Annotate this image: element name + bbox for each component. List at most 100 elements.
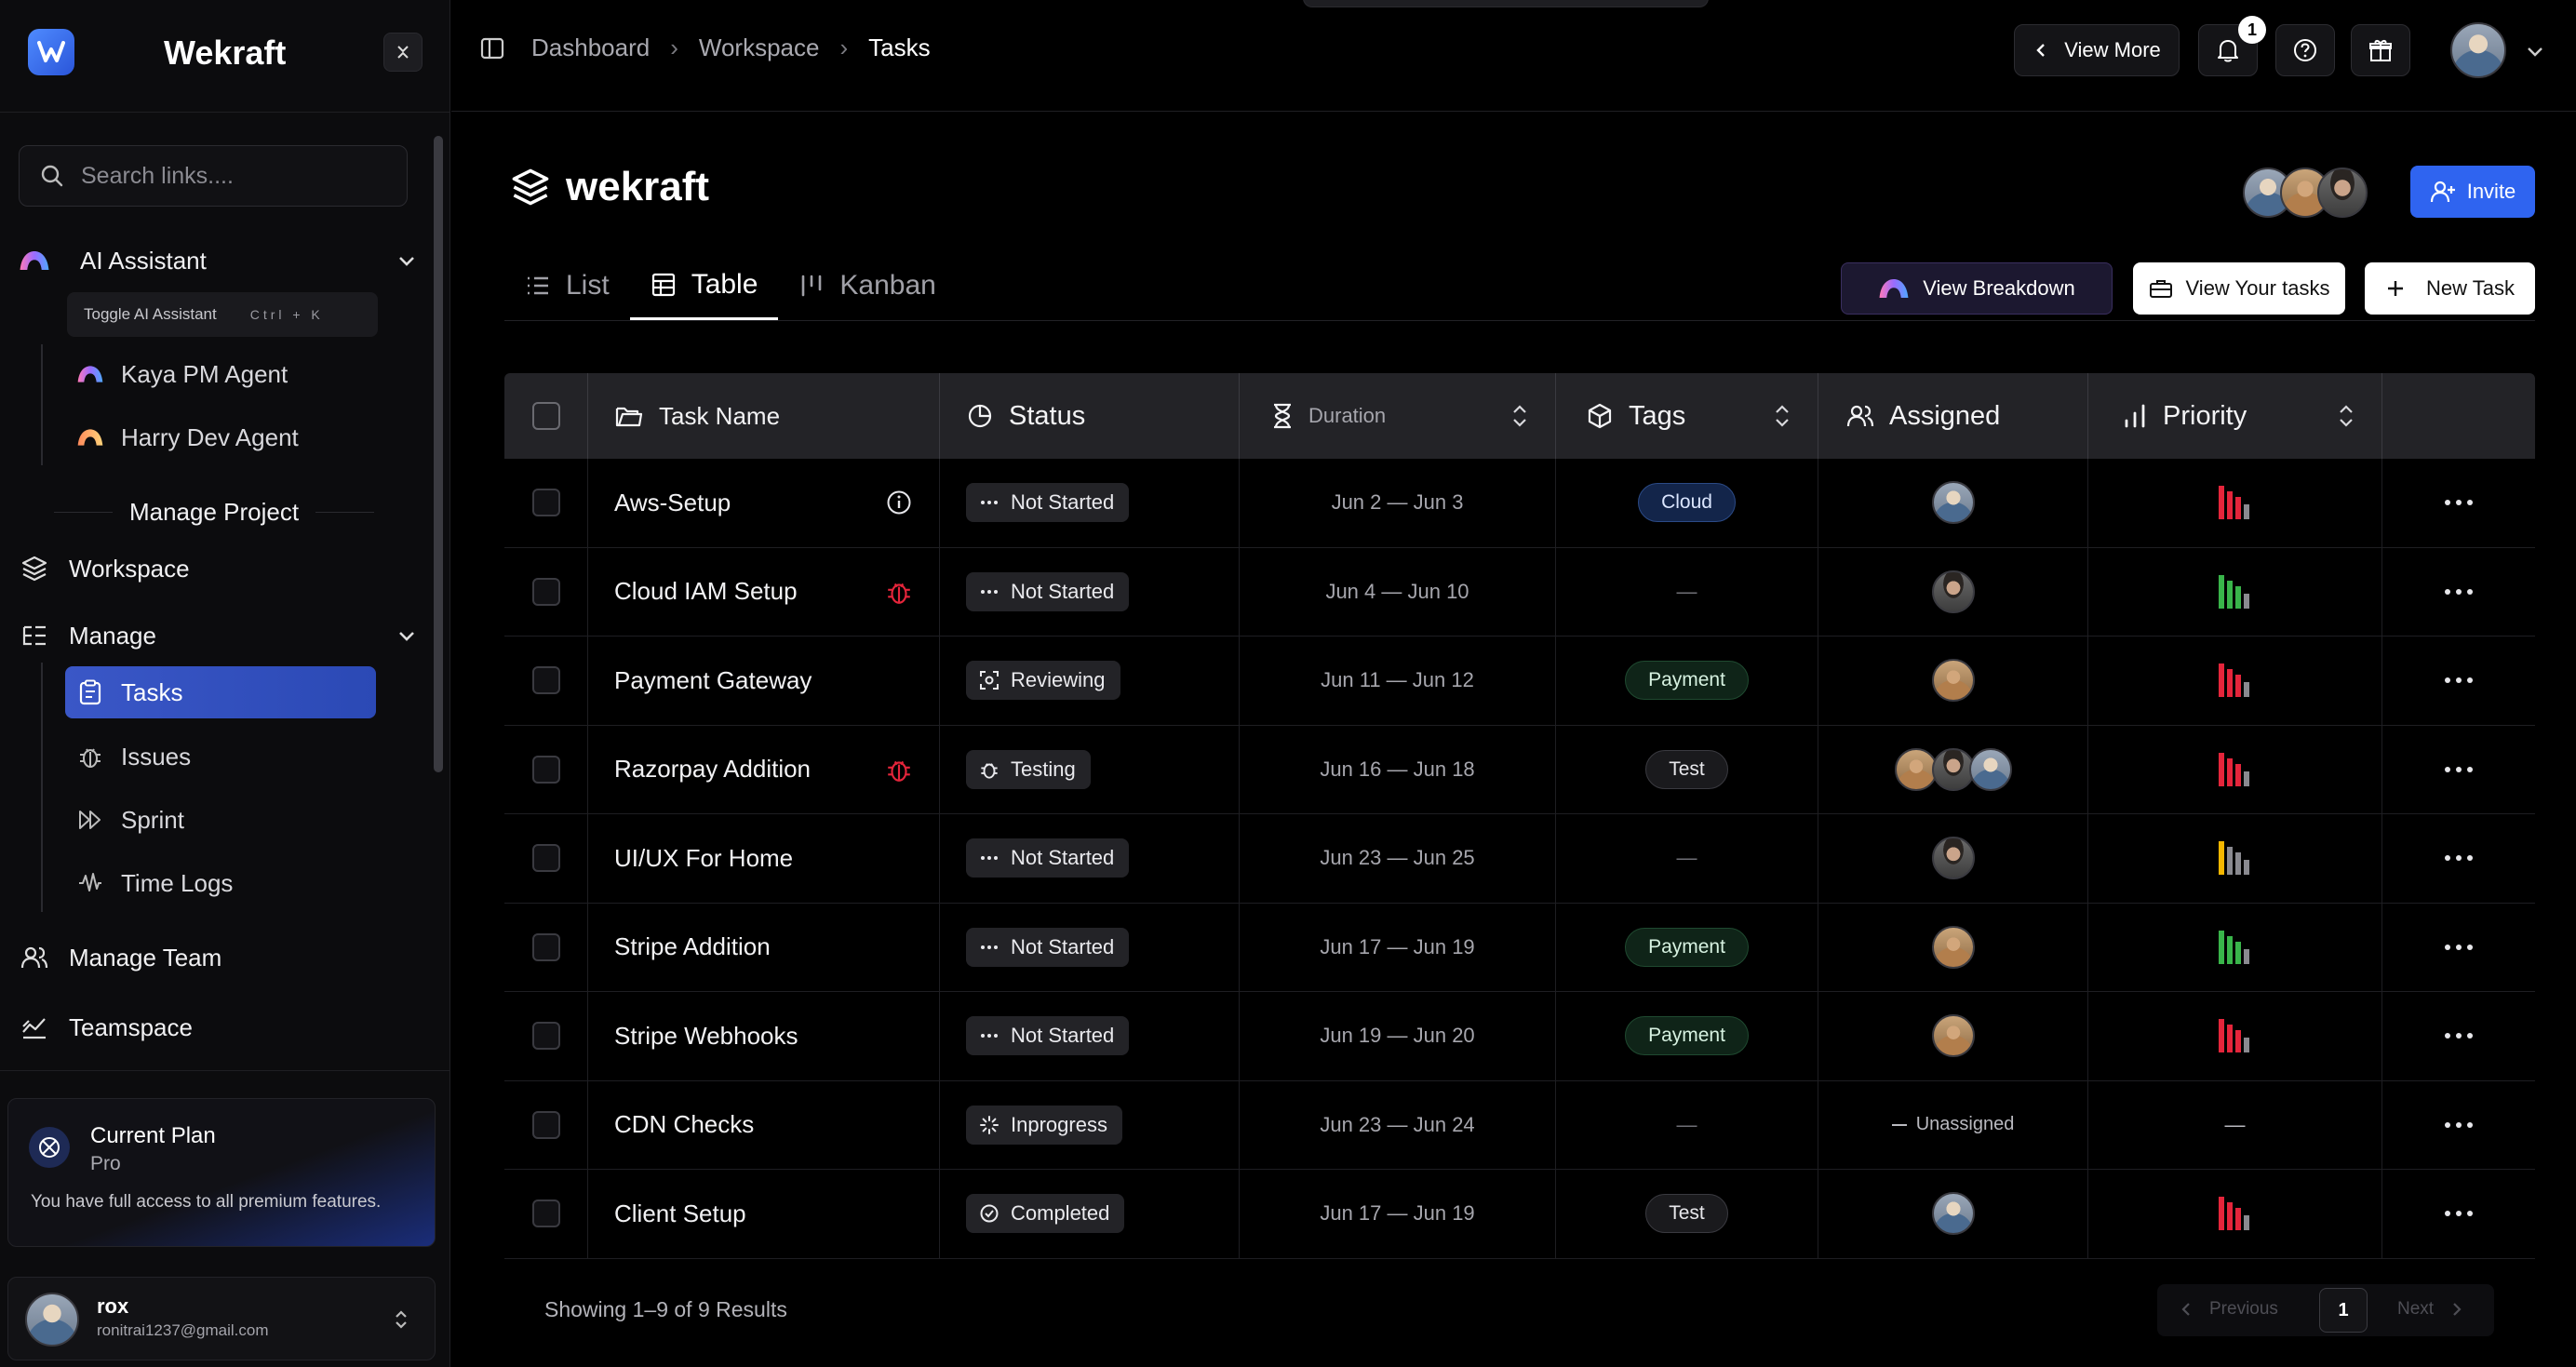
task-name-cell[interactable]: Cloud IAM Setup	[588, 547, 940, 636]
collapse-sidebar-button[interactable]	[383, 33, 423, 72]
brand-logo-icon[interactable]	[28, 29, 74, 75]
status-badge[interactable]: Not Started	[966, 927, 1130, 967]
more-options-icon[interactable]	[2442, 588, 2475, 595]
tag-badge[interactable]: Cloud	[1638, 483, 1736, 523]
task-name-cell[interactable]: Aws-Setup	[588, 459, 940, 547]
assignee-avatars[interactable]	[1931, 1192, 1975, 1236]
assignee-avatars[interactable]	[1931, 837, 1975, 880]
more-options-icon[interactable]	[2442, 1211, 2475, 1217]
sidebar-item-time-logs[interactable]: Time Logs	[76, 857, 233, 909]
task-name-cell[interactable]: Payment Gateway	[588, 637, 940, 725]
row-checkbox[interactable]	[531, 844, 560, 873]
row-checkbox[interactable]	[531, 932, 560, 961]
tab-list[interactable]: List	[504, 251, 630, 320]
sidebar-item-sprint[interactable]: Sprint	[76, 794, 184, 846]
assignee-avatars[interactable]	[1931, 659, 1975, 703]
task-name-cell[interactable]: Stripe Webhooks	[588, 992, 940, 1080]
task-name-cell[interactable]: Razorpay Addition	[588, 725, 940, 813]
status-badge[interactable]: Inprogress	[966, 1105, 1122, 1145]
search-links-input[interactable]: Search links....	[19, 145, 408, 207]
tag-badge[interactable]: Payment	[1625, 661, 1749, 701]
sidebar-item-manage[interactable]: Manage	[19, 610, 414, 662]
more-options-icon[interactable]	[2442, 1121, 2475, 1128]
header-task-name[interactable]: Task Name	[588, 373, 940, 459]
ai-assistant-item[interactable]: AI Assistant	[19, 235, 414, 287]
assignee-avatars[interactable]	[1931, 925, 1975, 969]
more-options-icon[interactable]	[2442, 1033, 2475, 1039]
sidebar-item-kaya-agent[interactable]: Kaya PM Agent	[76, 348, 288, 400]
task-name-cell[interactable]: CDN Checks	[588, 1080, 940, 1169]
row-checkbox[interactable]	[531, 577, 560, 606]
status-badge[interactable]: Not Started	[966, 838, 1130, 878]
table-row[interactable]: Razorpay Addition Testing Jun 16 — Jun 18 T…	[504, 725, 2535, 814]
page-1-button[interactable]: 1	[2319, 1288, 2368, 1333]
sidebar-scrollbar[interactable]	[434, 136, 443, 772]
more-options-icon[interactable]	[2442, 944, 2475, 950]
assignee-avatars[interactable]	[1894, 747, 2012, 791]
more-options-icon[interactable]	[2442, 766, 2475, 772]
status-badge[interactable]: Not Started	[966, 483, 1130, 523]
status-badge[interactable]: Testing	[966, 749, 1091, 789]
row-checkbox[interactable]	[531, 489, 560, 517]
tag-badge[interactable]: Test	[1645, 749, 1728, 789]
row-checkbox[interactable]	[531, 755, 560, 784]
row-checkbox[interactable]	[531, 666, 560, 695]
sidebar-item-tasks[interactable]: Tasks	[76, 666, 182, 718]
assignee-avatars[interactable]	[1931, 1014, 1975, 1058]
view-your-tasks-button[interactable]: View Your tasks	[2133, 262, 2345, 315]
view-more-button[interactable]: View More	[2014, 24, 2180, 76]
avatar[interactable]	[2450, 22, 2506, 78]
unassigned-label[interactable]: Unassigned	[1892, 1114, 2015, 1135]
more-options-icon[interactable]	[2442, 855, 2475, 862]
new-task-button[interactable]: New Task	[2365, 262, 2535, 315]
previous-page-button[interactable]: Previous	[2180, 1299, 2278, 1320]
tag-badge[interactable]: Payment	[1625, 1016, 1749, 1056]
status-badge[interactable]: Not Started	[966, 1016, 1130, 1056]
more-options-icon[interactable]	[2442, 500, 2475, 506]
assignee-avatars[interactable]	[1931, 570, 1975, 613]
current-plan-card[interactable]: Current Plan Pro You have full access to…	[7, 1098, 436, 1247]
header-select-all[interactable]	[504, 373, 588, 459]
task-name-cell[interactable]: Stripe Addition	[588, 903, 940, 991]
header-status[interactable]: Status	[940, 373, 1240, 459]
help-button[interactable]	[2275, 24, 2335, 76]
table-row[interactable]: Payment Gateway Reviewing Jun 11 — Jun 12 P…	[504, 637, 2535, 726]
sidebar-item-manage-team[interactable]: Manage Team	[19, 931, 221, 984]
table-row[interactable]: CDN Checks Inprogress Jun 23 — Jun 24 — Unas…	[504, 1080, 2535, 1170]
tab-kanban[interactable]: Kanban	[778, 251, 956, 320]
sidebar-item-issues[interactable]: Issues	[76, 730, 191, 783]
select-all-checkbox[interactable]	[531, 402, 560, 430]
more-options-icon[interactable]	[2442, 677, 2475, 684]
user-menu[interactable]: rox ronitrai1237@gmail.com	[7, 1277, 436, 1360]
sidebar-item-workspace[interactable]: Workspace	[19, 543, 190, 595]
task-name-cell[interactable]: UI/UX For Home	[588, 814, 940, 903]
sidebar-item-teamspace[interactable]: Teamspace	[19, 1001, 193, 1053]
assignee-avatars[interactable]	[1931, 481, 1975, 525]
header-duration[interactable]: Duration	[1240, 373, 1556, 459]
breadcrumb-dashboard[interactable]: Dashboard	[531, 34, 650, 62]
header-tags[interactable]: Tags	[1556, 373, 1818, 459]
row-checkbox[interactable]	[531, 1110, 560, 1139]
sidebar-item-harry-agent[interactable]: Harry Dev Agent	[76, 411, 299, 463]
header-priority[interactable]: Priority	[2088, 373, 2382, 459]
task-name-cell[interactable]: Client Setup	[588, 1170, 940, 1258]
status-badge[interactable]: Completed	[966, 1194, 1125, 1234]
table-row[interactable]: Stripe Addition Not Started Jun 17 — Jun 1…	[504, 903, 2535, 992]
table-row[interactable]: Cloud IAM Setup Not Started Jun 4 — Jun 10…	[504, 547, 2535, 637]
view-breakdown-button[interactable]: View Breakdown	[1841, 262, 2113, 315]
row-checkbox[interactable]	[531, 1022, 560, 1051]
status-badge[interactable]: Not Started	[966, 571, 1130, 611]
gift-button[interactable]	[2351, 24, 2410, 76]
table-row[interactable]: Client Setup Completed Jun 17 — Jun 19 Test	[504, 1170, 2535, 1259]
table-row[interactable]: Aws-Setup Not Started Jun 2 — Jun 3 Cloud	[504, 459, 2535, 548]
next-page-button[interactable]: Next	[2397, 1299, 2463, 1320]
table-row[interactable]: UI/UX For Home Not Started Jun 23 — Jun 25…	[504, 814, 2535, 904]
tag-badge[interactable]: Test	[1645, 1194, 1728, 1234]
tag-badge[interactable]: Payment	[1625, 927, 1749, 967]
status-badge[interactable]: Reviewing	[966, 661, 1120, 701]
header-assigned[interactable]: Assigned	[1818, 373, 2088, 459]
row-checkbox[interactable]	[531, 1199, 560, 1228]
breadcrumb-workspace[interactable]: Workspace	[699, 34, 820, 62]
notifications-button[interactable]: 1	[2198, 16, 2266, 76]
tab-table[interactable]: Table	[629, 251, 779, 320]
